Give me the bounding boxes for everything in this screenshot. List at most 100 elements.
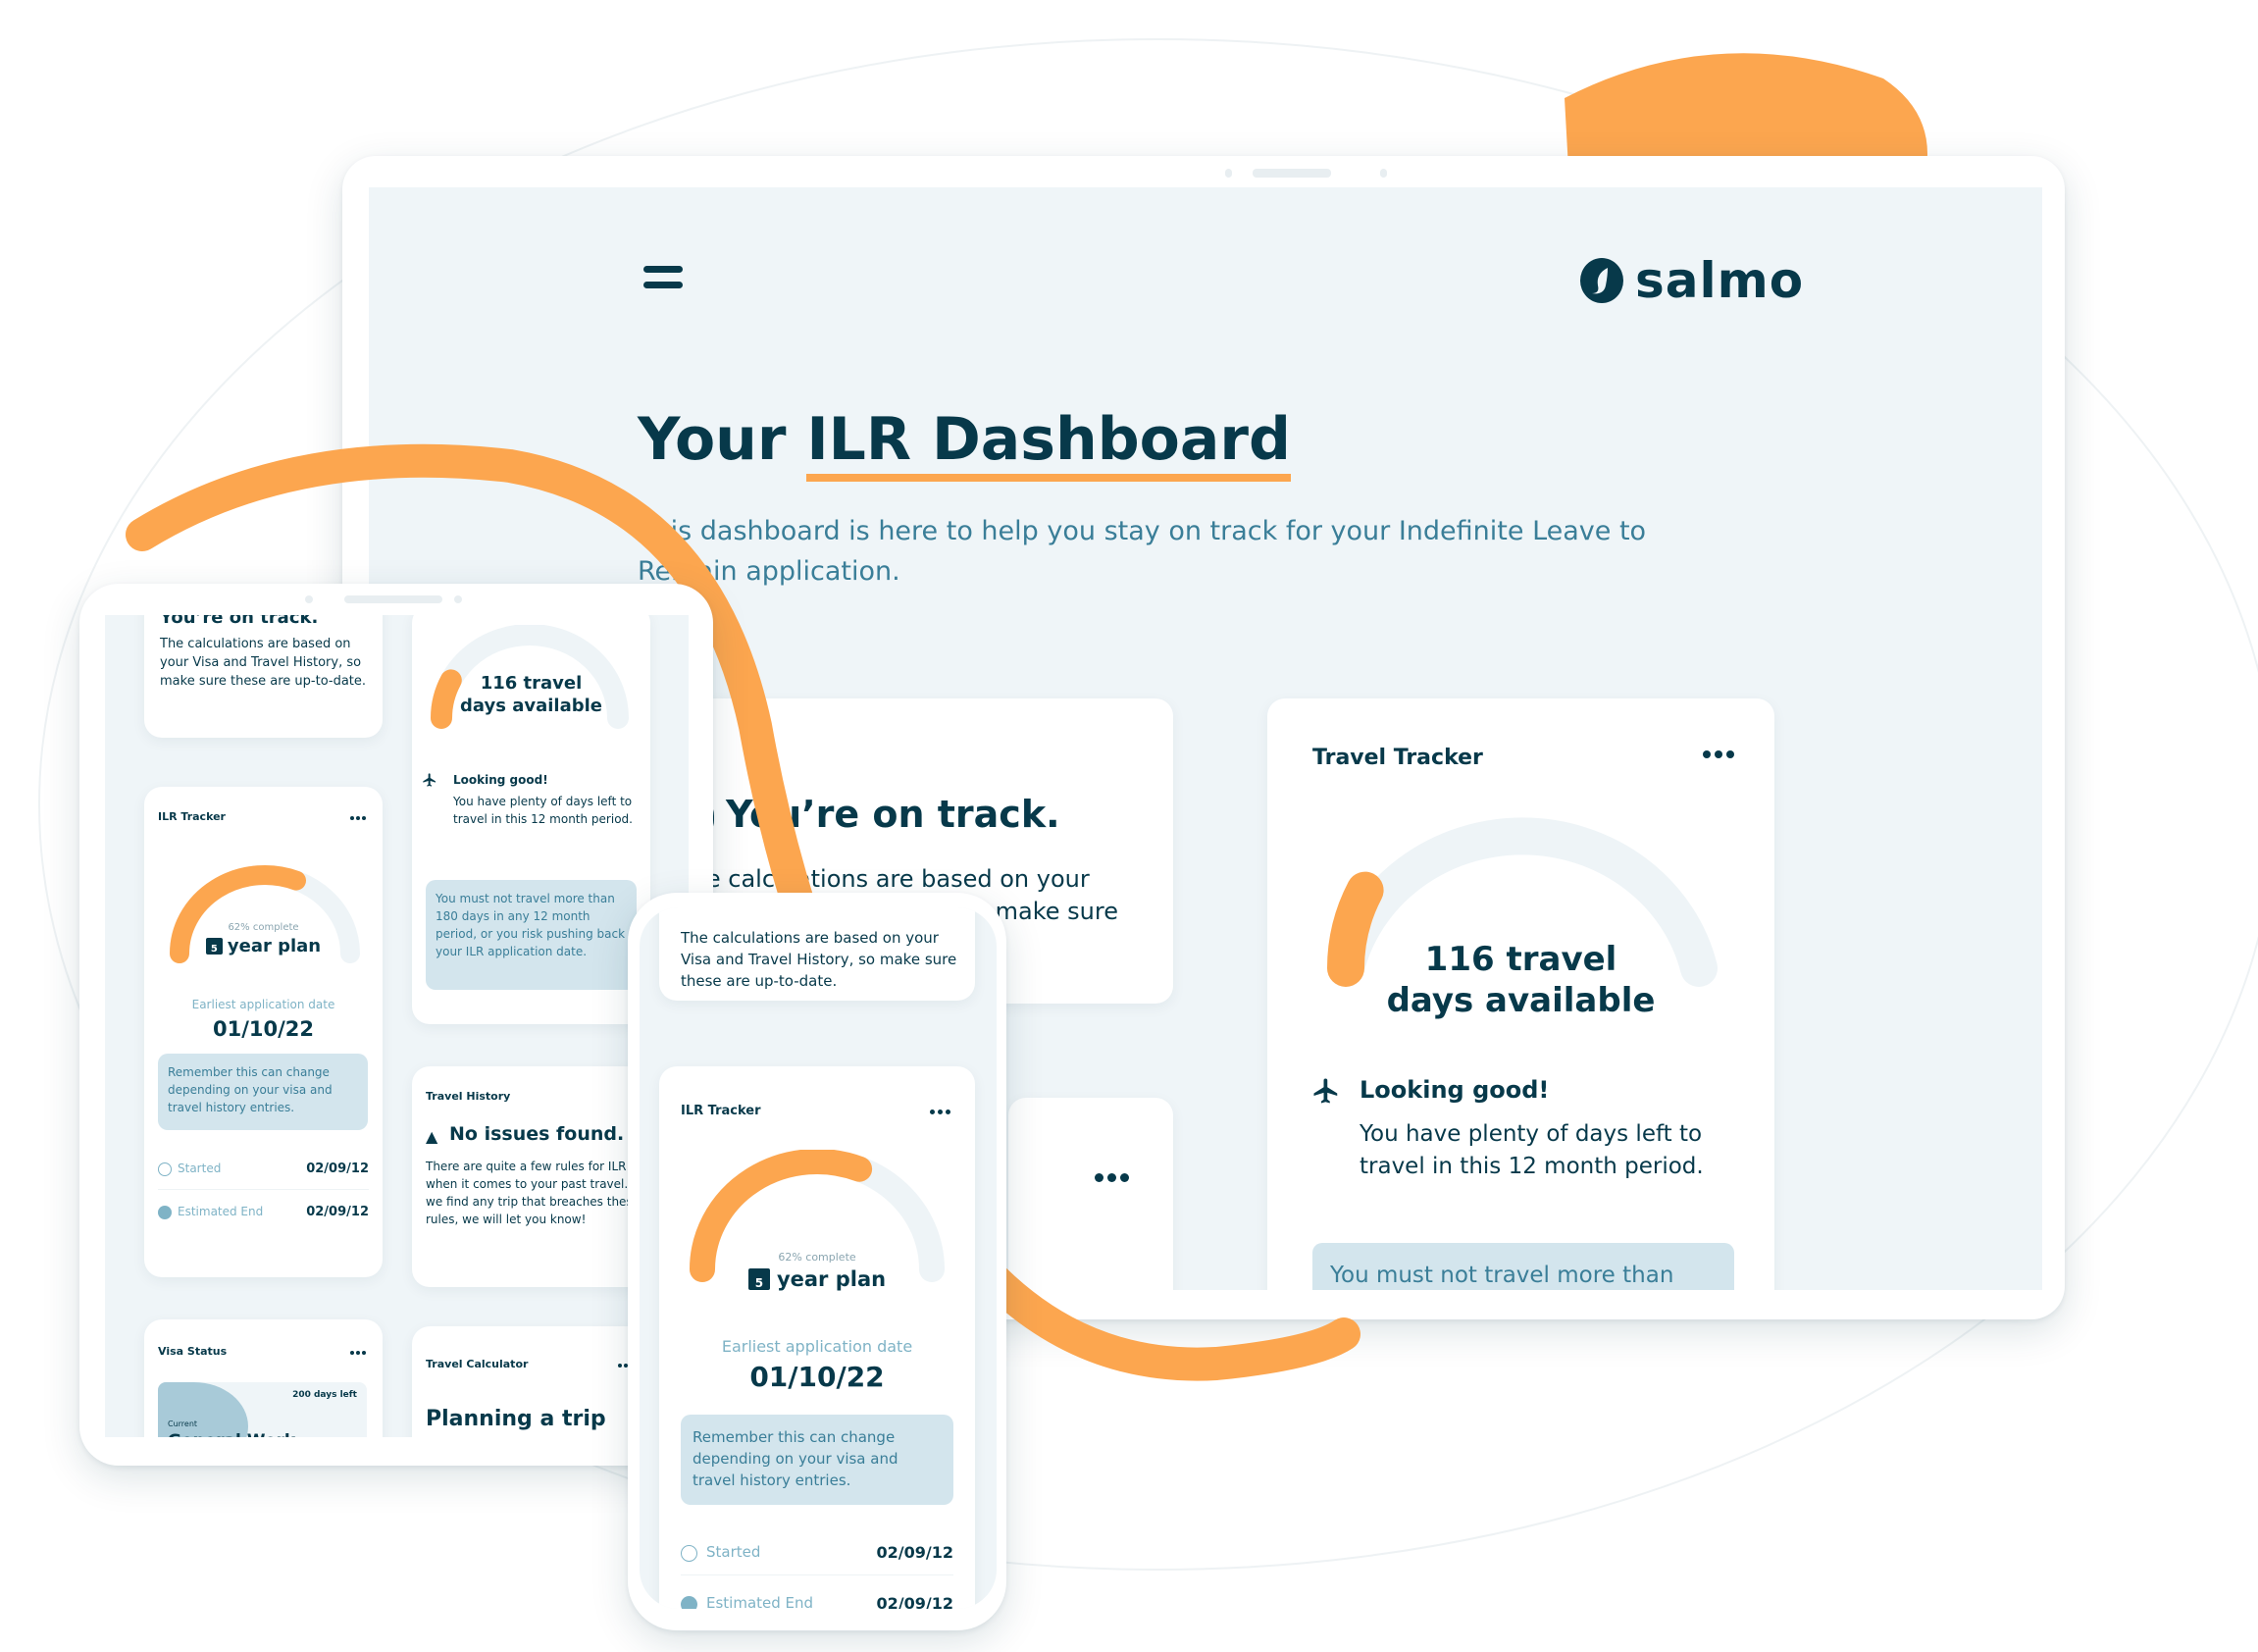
- tablet-started-label: Started: [178, 1162, 222, 1175]
- tablet-travel-calculator-card: Travel Calculator Planning a trip outsid…: [412, 1326, 650, 1437]
- tablet-ilr-note-text: Remember this can change depending on yo…: [168, 1065, 333, 1114]
- menu-icon: [643, 266, 683, 273]
- alert-heading: You’re on track.: [726, 793, 1060, 836]
- tablet-gauge-label: 116 travel days available: [412, 672, 650, 717]
- gauge-line-2: days available: [1386, 981, 1656, 1020]
- camera-dot: [1225, 169, 1232, 178]
- travel-rule-note-text: You must not travel more than: [1330, 1263, 1674, 1288]
- party-popper-icon: ▲: [426, 1127, 438, 1146]
- camera-dot: [1380, 169, 1387, 178]
- calendar-icon: 5: [205, 938, 223, 955]
- hamburger-menu-button[interactable]: [643, 266, 683, 291]
- phone-started-label: Started: [706, 1543, 761, 1561]
- status-body: You have plenty of days left to travel i…: [1360, 1121, 1704, 1179]
- tablet-alert-heading: You’re on track.: [160, 615, 319, 628]
- page-title-highlight: ILR Dashboard: [806, 405, 1291, 482]
- tablet-visa-title: Visa Status: [158, 1345, 228, 1358]
- phone-end-label: Estimated End: [706, 1594, 814, 1609]
- dot: [350, 816, 354, 820]
- clock-filled-icon: [158, 1206, 172, 1219]
- dot: [1726, 750, 1734, 758]
- visa-name: General Work: [168, 1431, 295, 1437]
- visa-current-label: Current: [168, 1420, 198, 1428]
- travel-tracker-card: Travel Tracker 116 travel days available…: [1267, 698, 1774, 1290]
- phone-ilr-note: Remember this can change depending on yo…: [681, 1415, 953, 1505]
- tablet-status-body: You have plenty of days left to travel i…: [453, 795, 633, 826]
- more-options-button[interactable]: [1703, 750, 1734, 758]
- more-options-button[interactable]: [618, 1364, 628, 1368]
- phone-plan-label: year plan: [776, 1267, 887, 1291]
- dot: [362, 1351, 366, 1355]
- travel-rule-note: You must not travel more than: [1312, 1243, 1734, 1290]
- camera-dot: [305, 595, 313, 603]
- visa-progress-fill: [158, 1382, 248, 1437]
- phone-plan-row: 5 year plan: [659, 1267, 975, 1291]
- tablet-percent-label: 62% complete: [228, 922, 299, 933]
- tablet-plan-row: 5 year plan: [144, 936, 383, 956]
- phone-alert-card: The calculations are based on your Visa …: [659, 907, 975, 1001]
- salmo-logo[interactable]: salmo: [1578, 252, 1804, 309]
- phone-alert-body: The calculations are based on your Visa …: [681, 929, 957, 990]
- tablet-plan-label: year plan: [227, 936, 322, 956]
- dot: [356, 1351, 360, 1355]
- tablet-travel-note-text: You must not travel more than 180 days i…: [436, 892, 626, 958]
- dot: [1715, 750, 1722, 758]
- tablet-visa-status-card: Visa Status 200 days left Current Genera…: [144, 1319, 383, 1437]
- phone-screen: The calculations are based on your Visa …: [640, 907, 997, 1609]
- tablet-travel-tracker-card: 116 travel days available Looking good! …: [412, 615, 650, 1024]
- more-options-button[interactable]: [1095, 1173, 1129, 1182]
- visa-status-panel: 200 days left Current General Work: [158, 1382, 367, 1437]
- secondary-card: [1008, 1098, 1173, 1290]
- status-heading: Looking good!: [1360, 1076, 1550, 1104]
- tablet-ilr-tracker-card: ILR Tracker 62% complete 5 year plan Ear…: [144, 787, 383, 1277]
- more-options-button[interactable]: [350, 1351, 366, 1355]
- dot: [938, 1110, 943, 1114]
- camera-pill: [1253, 169, 1331, 178]
- tablet-started-date: 02/09/12: [306, 1162, 369, 1176]
- tablet-travel-note: You must not travel more than 180 days i…: [426, 880, 637, 990]
- phone-ilr-title: ILR Tracker: [681, 1104, 761, 1118]
- tablet-calculator-heading: Planning a trip outside of the UK?: [426, 1407, 606, 1437]
- tablet-screen: You’re on track. The calculations are ba…: [105, 615, 689, 1437]
- phone-percent-label: 62% complete: [778, 1251, 856, 1264]
- tablet-calculator-title: Travel Calculator: [426, 1358, 529, 1370]
- camera-dot: [454, 595, 462, 603]
- calendar-icon: 5: [747, 1268, 770, 1290]
- menu-icon: [643, 282, 683, 288]
- tablet-history-body: There are quite a few rules for ILR when…: [426, 1160, 641, 1226]
- tablet-earliest-date: 01/10/22: [212, 1017, 314, 1041]
- tablet-alert-card: You’re on track. The calculations are ba…: [144, 615, 383, 738]
- dot: [362, 816, 366, 820]
- phone-ilr-gauge: [690, 1150, 945, 1282]
- tablet-history-heading: No issues found.: [449, 1123, 625, 1145]
- divider: [158, 1189, 369, 1190]
- dot: [946, 1110, 950, 1114]
- dot: [930, 1110, 935, 1114]
- more-options-button[interactable]: [350, 816, 366, 820]
- tablet-end-label: Estimated End: [178, 1205, 264, 1218]
- visa-days-left: 200 days left: [292, 1390, 357, 1400]
- tablet-history-title: Travel History: [426, 1090, 511, 1103]
- tablet-ilr-note: Remember this can change depending on yo…: [158, 1054, 368, 1130]
- dot: [1703, 750, 1711, 758]
- dot: [618, 1364, 622, 1368]
- dot: [356, 816, 360, 820]
- gauge-line-1: 116 travel: [480, 673, 583, 694]
- tablet-alert-body: The calculations are based on your Visa …: [160, 637, 367, 689]
- phone-earliest-date: 01/10/22: [749, 1361, 885, 1393]
- page-subtitle: This dashboard is here to help you stay …: [638, 516, 1647, 587]
- phone-started-date: 02/09/12: [876, 1543, 953, 1562]
- gauge-label: 116 travel days available: [1267, 939, 1774, 1021]
- phone-ilr-note-text: Remember this can change depending on yo…: [693, 1428, 898, 1489]
- page-title-prefix: Your: [638, 405, 807, 474]
- clock-icon: [681, 1545, 697, 1562]
- more-options-button[interactable]: [930, 1110, 950, 1114]
- phone-earliest-label: Earliest application date: [721, 1337, 913, 1356]
- salmo-logo-icon: [1580, 258, 1623, 303]
- gauge-line-1: 116 travel: [1424, 940, 1617, 979]
- tablet-status-heading: Looking good!: [453, 773, 548, 787]
- tablet-earliest-label: Earliest application date: [191, 998, 335, 1011]
- logo-wordmark: salmo: [1635, 252, 1805, 309]
- travel-tracker-title: Travel Tracker: [1312, 746, 1483, 770]
- gauge-line-2: days available: [460, 696, 602, 716]
